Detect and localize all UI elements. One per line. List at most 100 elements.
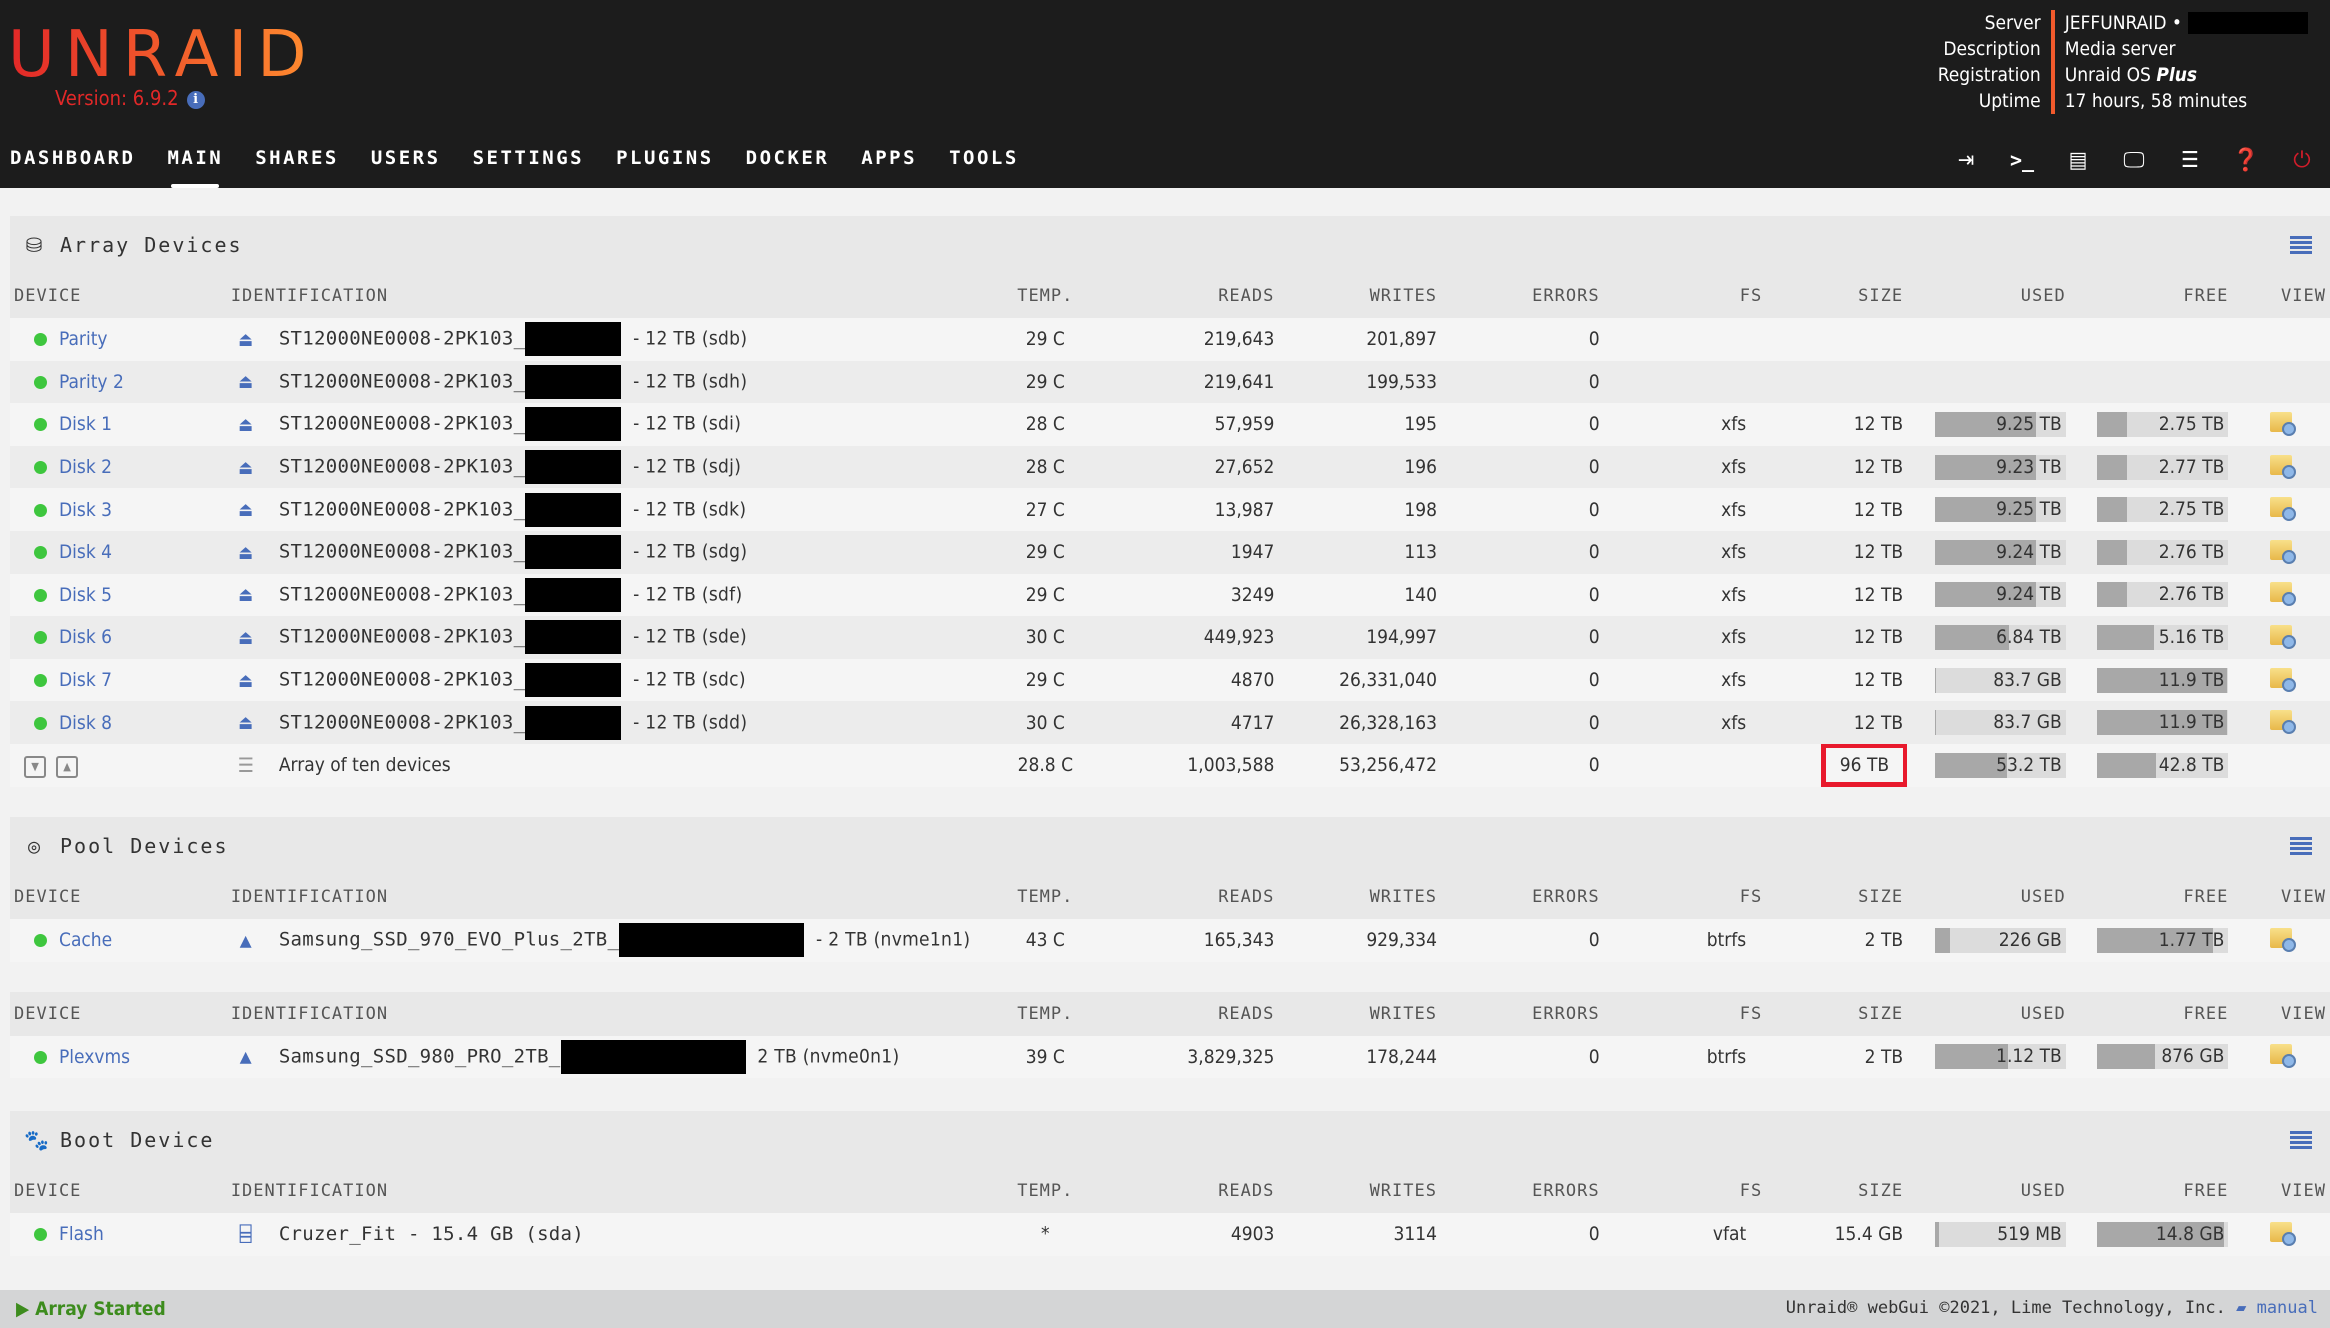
browse-folder-icon[interactable]: [2270, 411, 2297, 436]
column-header[interactable]: WRITES: [1278, 274, 1441, 318]
nav-users[interactable]: USERS: [361, 140, 451, 188]
column-header[interactable]: FS: [1604, 274, 1767, 318]
column-header[interactable]: USED: [1907, 274, 2070, 318]
nav-apps[interactable]: APPS: [851, 140, 927, 188]
browse-folder-icon[interactable]: [2270, 710, 2297, 735]
column-header[interactable]: TEMP.: [975, 875, 1116, 919]
expand-up-button[interactable]: ▲: [56, 755, 78, 778]
device-link[interactable]: Disk 7: [59, 669, 112, 691]
pool-devices-section: ◎ Pool Devices DEVICE IDENTIFICATION TEMP.…: [10, 817, 2330, 1079]
column-header[interactable]: IDENTIFICATION: [227, 992, 975, 1036]
column-header[interactable]: READS: [1116, 875, 1279, 919]
browse-folder-icon[interactable]: [2270, 454, 2297, 479]
nav-plugins[interactable]: PLUGINS: [606, 140, 724, 188]
log-icon[interactable]: ☰: [2162, 148, 2218, 173]
column-header[interactable]: VIEW: [2232, 274, 2330, 318]
registration-value[interactable]: Unraid OS: [2065, 64, 2157, 86]
device-link[interactable]: Disk 4: [59, 541, 112, 563]
column-header[interactable]: SIZE: [1766, 875, 1907, 919]
column-header[interactable]: IDENTIFICATION: [227, 274, 975, 318]
column-header[interactable]: FS: [1604, 875, 1767, 919]
nav-settings[interactable]: SETTINGS: [463, 140, 595, 188]
column-header[interactable]: SIZE: [1766, 992, 1907, 1036]
column-header[interactable]: WRITES: [1278, 1169, 1441, 1213]
column-header[interactable]: IDENTIFICATION: [227, 875, 975, 919]
manual-link[interactable]: ▰ manual: [2236, 1298, 2318, 1318]
power-icon[interactable]: ⏻: [2274, 148, 2330, 173]
collapse-down-button[interactable]: ▼: [24, 755, 46, 778]
device-link[interactable]: Cache: [59, 929, 112, 951]
device-link[interactable]: Disk 8: [59, 712, 112, 734]
column-header[interactable]: READS: [1116, 274, 1279, 318]
nav-main[interactable]: MAIN: [157, 140, 233, 188]
device-link[interactable]: Flash: [59, 1223, 104, 1245]
column-header[interactable]: READS: [1116, 992, 1279, 1036]
column-header[interactable]: DEVICE: [10, 992, 227, 1036]
column-header[interactable]: TEMP.: [975, 1169, 1116, 1213]
help-icon[interactable]: ❓: [2218, 148, 2274, 173]
column-header[interactable]: ERRORS: [1441, 992, 1604, 1036]
column-header[interactable]: IDENTIFICATION: [227, 1169, 975, 1213]
feedback-icon[interactable]: ▤: [2050, 148, 2106, 173]
column-header[interactable]: FS: [1604, 992, 1767, 1036]
device-link[interactable]: Plexvms: [59, 1046, 130, 1068]
browse-folder-icon[interactable]: [2270, 927, 2297, 952]
column-header[interactable]: ERRORS: [1441, 274, 1604, 318]
column-header[interactable]: DEVICE: [10, 875, 227, 919]
terminal-icon[interactable]: >_: [1994, 148, 2050, 172]
device-link[interactable]: Disk 3: [59, 499, 112, 521]
list-toggle-icon[interactable]: [2290, 835, 2312, 855]
device-row: Disk 3 ⏏ ST12000NE0008-2PK103_ - 12 TB (s…: [10, 488, 2330, 531]
device-link[interactable]: Disk 2: [59, 456, 112, 478]
device-link[interactable]: Disk 1: [59, 413, 112, 435]
column-header[interactable]: FREE: [2070, 992, 2233, 1036]
nav-shares[interactable]: SHARES: [245, 140, 349, 188]
list-toggle-icon[interactable]: [2290, 234, 2312, 254]
errors: 0: [1588, 583, 1600, 606]
vm-display-icon[interactable]: 🖵: [2106, 148, 2162, 173]
device-link[interactable]: Parity: [59, 328, 108, 350]
device-link[interactable]: Disk 6: [59, 626, 112, 648]
column-header[interactable]: USED: [1907, 1169, 2070, 1213]
column-header[interactable]: TEMP.: [975, 992, 1116, 1036]
logout-icon[interactable]: ⇥: [1938, 148, 1994, 173]
column-header[interactable]: USED: [1907, 875, 2070, 919]
list-toggle-icon[interactable]: [2290, 1129, 2312, 1149]
column-header[interactable]: TEMP.: [975, 274, 1116, 318]
browse-folder-icon[interactable]: [2270, 1221, 2297, 1246]
browse-folder-icon[interactable]: [2270, 1044, 2297, 1069]
column-header[interactable]: READS: [1116, 1169, 1279, 1213]
unraid-logo[interactable]: UNRAID: [8, 18, 317, 92]
column-header[interactable]: FREE: [2070, 1169, 2233, 1213]
column-header[interactable]: ERRORS: [1441, 1169, 1604, 1213]
browse-folder-icon[interactable]: [2270, 667, 2297, 692]
column-header[interactable]: SIZE: [1766, 274, 1907, 318]
browse-folder-icon[interactable]: [2270, 497, 2297, 522]
registration-tier[interactable]: Plus: [2156, 64, 2197, 86]
used-bar: 519 MB: [1934, 1221, 2066, 1247]
browse-folder-icon[interactable]: [2270, 539, 2297, 564]
column-header[interactable]: VIEW: [2232, 875, 2330, 919]
column-header[interactable]: SIZE: [1766, 1169, 1907, 1213]
column-header[interactable]: FS: [1604, 1169, 1767, 1213]
browse-folder-icon[interactable]: [2270, 582, 2297, 607]
column-header[interactable]: ERRORS: [1441, 875, 1604, 919]
free-bar: 1.77 TB: [2097, 927, 2229, 953]
column-header[interactable]: WRITES: [1278, 992, 1441, 1036]
column-header[interactable]: WRITES: [1278, 875, 1441, 919]
nav-dashboard[interactable]: DASHBOARD: [0, 140, 145, 188]
column-header[interactable]: DEVICE: [10, 1169, 227, 1213]
device-link[interactable]: Parity 2: [59, 371, 124, 393]
nav-tools[interactable]: TOOLS: [939, 140, 1029, 188]
device-link[interactable]: Disk 5: [59, 584, 112, 606]
nav-docker[interactable]: DOCKER: [736, 140, 840, 188]
browse-folder-icon[interactable]: [2270, 624, 2297, 649]
column-header[interactable]: FREE: [2070, 274, 2233, 318]
column-header[interactable]: USED: [1907, 992, 2070, 1036]
column-header[interactable]: VIEW: [2232, 992, 2330, 1036]
main-nav: DASHBOARD MAIN SHARES USERS SETTINGS PLU…: [0, 140, 1041, 188]
info-icon[interactable]: i: [186, 91, 205, 109]
column-header[interactable]: FREE: [2070, 875, 2233, 919]
column-header[interactable]: VIEW: [2232, 1169, 2330, 1213]
column-header[interactable]: DEVICE: [10, 274, 227, 318]
